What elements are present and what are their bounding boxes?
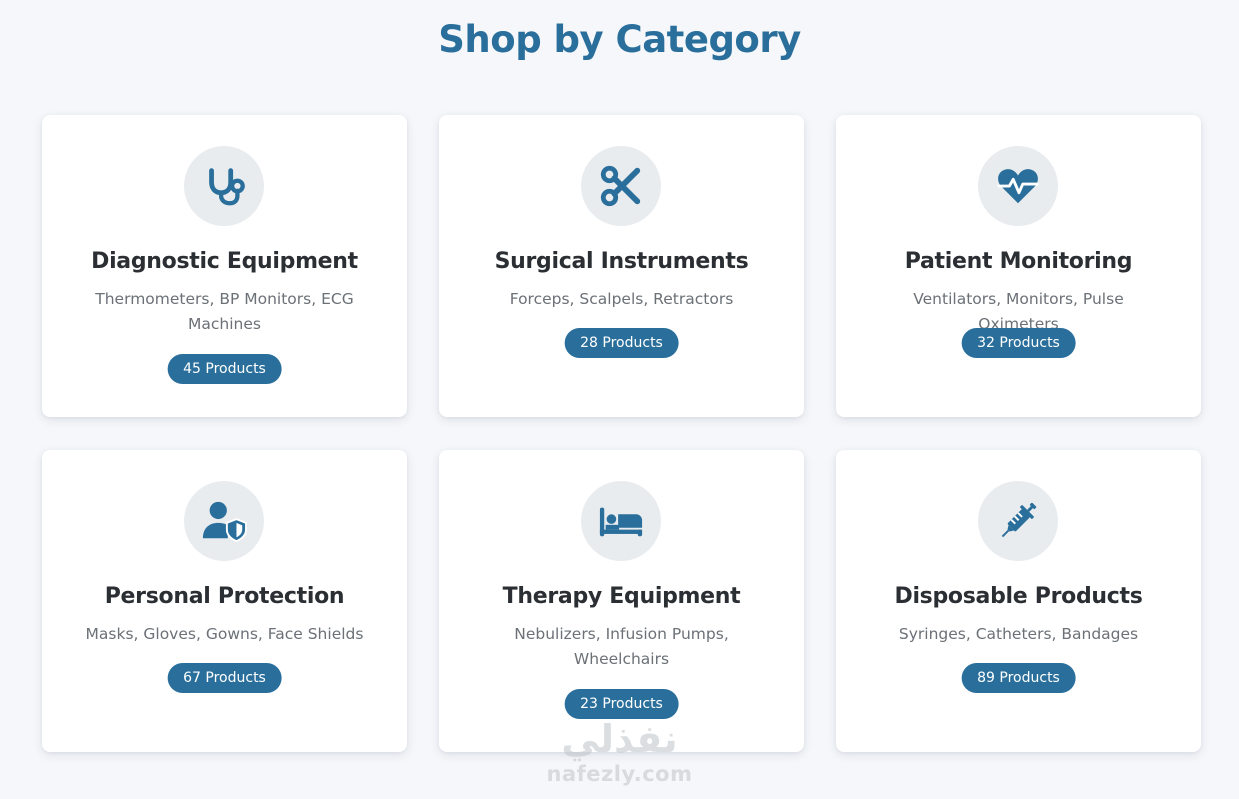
product-count-badge[interactable]: 32 Products (961, 328, 1076, 358)
category-card-therapy-equipment[interactable]: Therapy Equipment Nebulizers, Infusion P… (439, 450, 804, 752)
product-count-badge[interactable]: 45 Products (167, 354, 282, 384)
category-title: Patient Monitoring (904, 249, 1133, 274)
category-grid: Diagnostic Equipment Thermometers, BP Mo… (0, 0, 1239, 799)
heart-pulse-icon (978, 146, 1058, 226)
product-count-badge[interactable]: 89 Products (961, 663, 1076, 693)
product-count-badge[interactable]: 67 Products (167, 663, 282, 693)
category-description: Masks, Gloves, Gowns, Face Shields (85, 625, 364, 643)
syringe-icon (978, 481, 1058, 561)
page: Shop by Category Diagnostic Equipment Th… (0, 0, 1239, 799)
user-shield-icon (184, 481, 264, 561)
category-description: Nebulizers, Infusion Pumps, Wheelchairs (514, 625, 729, 668)
category-card-disposable-products[interactable]: Disposable Products Syringes, Catheters,… (836, 450, 1201, 752)
product-count-badge[interactable]: 28 Products (564, 328, 679, 358)
category-card-diagnostic-equipment[interactable]: Diagnostic Equipment Thermometers, BP Mo… (42, 115, 407, 417)
stethoscope-icon (184, 146, 264, 226)
category-title: Personal Protection (104, 584, 345, 609)
category-description: Forceps, Scalpels, Retractors (509, 290, 734, 308)
scissors-icon (581, 146, 661, 226)
category-description: Syringes, Catheters, Bandages (898, 625, 1139, 643)
category-description: Thermometers, BP Monitors, ECG Machines (95, 290, 354, 333)
category-card-surgical-instruments[interactable]: Surgical Instruments Forceps, Scalpels, … (439, 115, 804, 417)
category-title: Diagnostic Equipment (91, 249, 358, 274)
category-card-personal-protection[interactable]: Personal Protection Masks, Gloves, Gowns… (42, 450, 407, 752)
category-title: Disposable Products (894, 584, 1143, 609)
bed-icon (581, 481, 661, 561)
category-title: Therapy Equipment (502, 584, 741, 609)
product-count-badge[interactable]: 23 Products (564, 689, 679, 719)
category-title: Surgical Instruments (494, 249, 749, 274)
category-card-patient-monitoring[interactable]: Patient Monitoring Ventilators, Monitors… (836, 115, 1201, 417)
